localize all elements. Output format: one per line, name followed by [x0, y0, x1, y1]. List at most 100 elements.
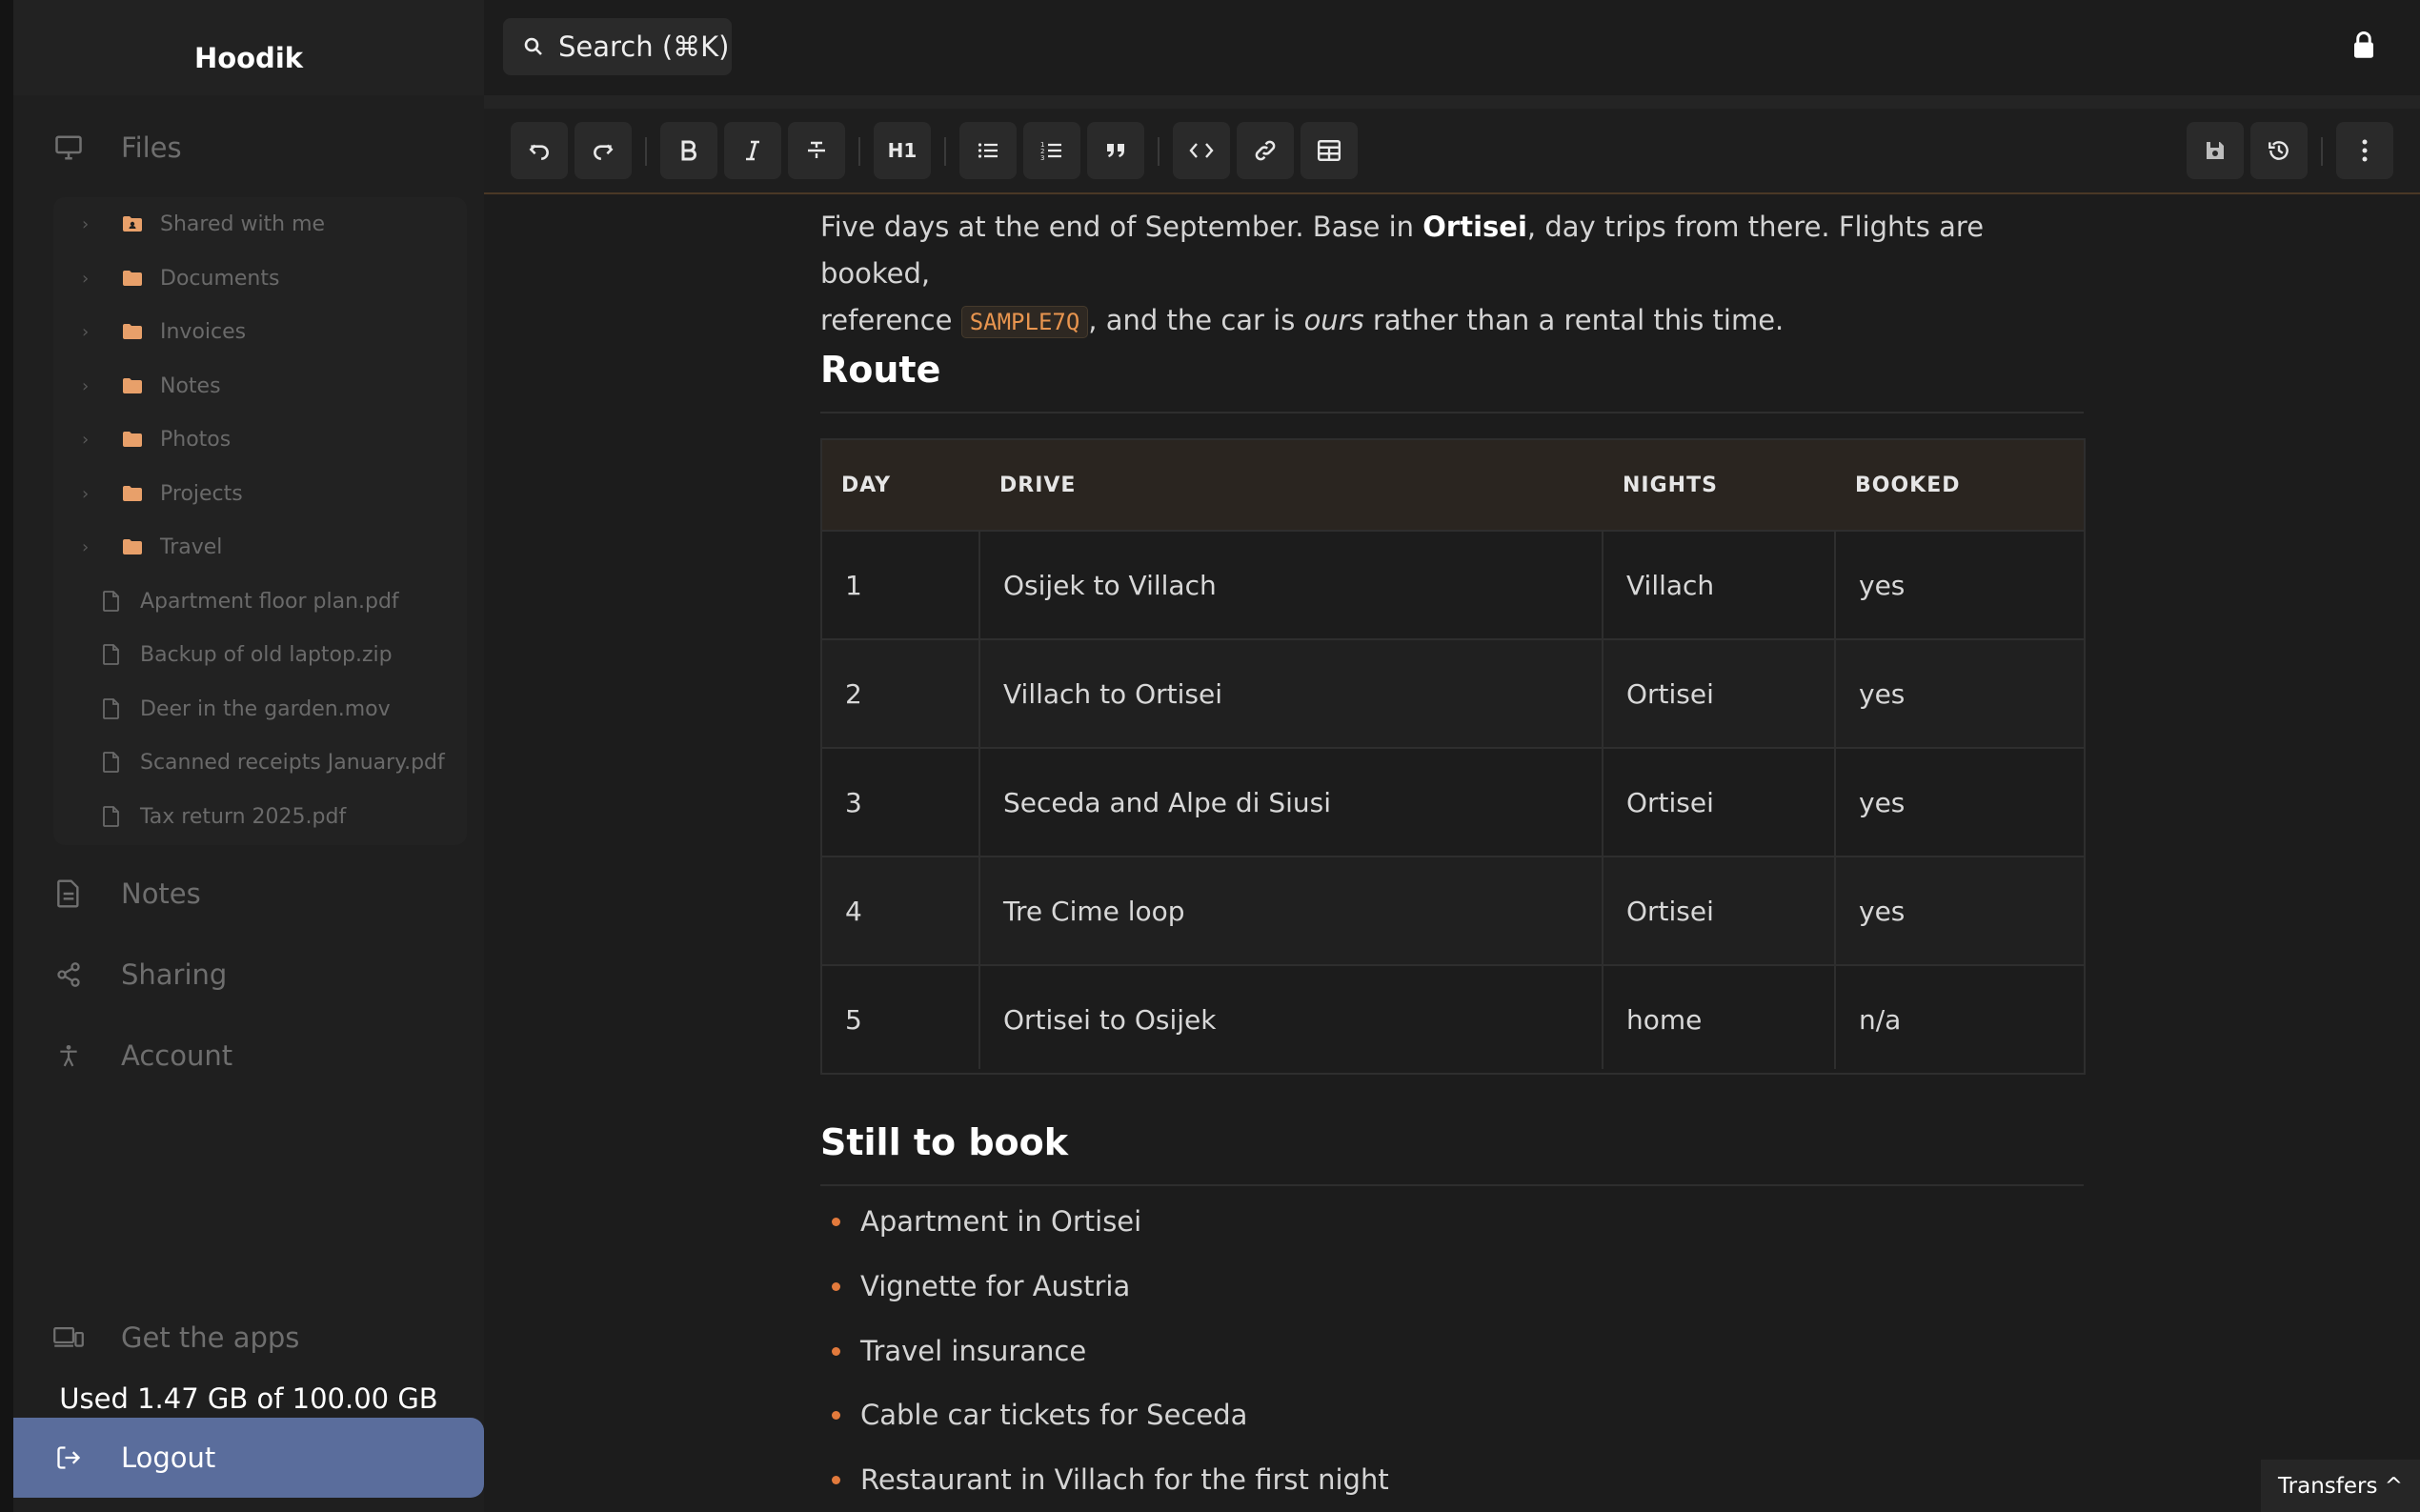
file-tree: › Shared with me › Documents › Invoices …: [53, 197, 467, 845]
tree-folder-notes[interactable]: › Notes: [53, 364, 467, 408]
logout-button[interactable]: Logout: [13, 1418, 484, 1498]
search-button[interactable]: Search (⌘K): [503, 18, 732, 75]
file-icon: [103, 752, 120, 773]
tree-file[interactable]: Backup of old laptop.zip: [53, 633, 467, 676]
chevron-right-icon: ›: [82, 321, 90, 342]
table-cell: yes: [1859, 569, 1906, 601]
intro-text: reference: [820, 304, 961, 336]
table-cell: 2: [845, 677, 862, 710]
save-button[interactable]: [2187, 122, 2244, 179]
table-cell: Ortisei: [1626, 677, 1714, 710]
undo-button[interactable]: [511, 122, 568, 179]
folder-icon: [122, 431, 143, 448]
table-row: 1 Osijek to Villach Villach yes: [822, 530, 2084, 638]
tree-label: Documents: [160, 266, 280, 291]
file-icon: [103, 644, 120, 665]
tree-label: Shared with me: [160, 212, 326, 236]
bullet-dot: [832, 1281, 840, 1291]
folder-icon: [122, 323, 143, 340]
chevron-right-icon: ›: [82, 483, 90, 504]
code-button[interactable]: [1173, 122, 1230, 179]
folder-icon: [122, 377, 143, 394]
list-item-text: Restaurant in Villach for the first nigh…: [860, 1463, 1389, 1496]
tree-file[interactable]: Deer in the garden.mov: [53, 687, 467, 731]
search-icon: [522, 35, 545, 62]
intro-bold: Ortisei: [1422, 211, 1527, 243]
table-cell: Seceda and Alpe di Siusi: [1003, 786, 1331, 818]
save-icon: [2207, 142, 2224, 159]
tree-file[interactable]: Apartment floor plan.pdf: [53, 579, 467, 623]
nav-notes[interactable]: Notes: [13, 865, 484, 922]
heading-button[interactable]: H1: [874, 122, 931, 179]
bold-button[interactable]: [660, 122, 717, 179]
toolbar-separator: [2321, 137, 2323, 166]
heading-rule: [820, 412, 2084, 413]
link-icon: [1255, 140, 1276, 161]
tree-file[interactable]: Tax return 2025.pdf: [53, 795, 467, 838]
bullet-list-button[interactable]: [959, 122, 1017, 179]
table-button[interactable]: [1301, 122, 1358, 179]
tree-label: Apartment floor plan.pdf: [140, 589, 399, 614]
monitor-icon: [51, 131, 86, 165]
tree-label: Notes: [160, 373, 221, 398]
editor-toolbar: H1 123: [484, 109, 2420, 194]
nav-account[interactable]: Account: [13, 1027, 484, 1084]
heading-rule: [820, 1184, 2084, 1186]
note-editor[interactable]: Five days at the end of September. Base …: [484, 194, 2420, 1512]
bullet-dot: [832, 1346, 840, 1356]
chevron-right-icon: ›: [82, 213, 90, 234]
list-item-text: Travel insurance: [860, 1335, 1087, 1367]
top-bar: Search (⌘K): [484, 0, 2420, 95]
file-icon: [103, 591, 120, 612]
table-header: BOOKED: [1855, 473, 1961, 497]
share-icon: [51, 958, 86, 992]
accessibility-icon: [51, 1038, 86, 1073]
redo-button[interactable]: [575, 122, 632, 179]
strikethrough-icon: [808, 141, 825, 158]
table-cell: home: [1626, 1003, 1703, 1036]
app-title: Hoodik: [193, 42, 304, 74]
tree-folder-shared[interactable]: › Shared with me: [53, 202, 467, 246]
italic-button[interactable]: [724, 122, 781, 179]
lock-icon[interactable]: [2351, 30, 2376, 63]
blockquote-button[interactable]: [1087, 122, 1144, 179]
nav-files[interactable]: Files: [13, 119, 484, 176]
tree-folder-photos[interactable]: › Photos: [53, 417, 467, 461]
chevron-right-icon: ›: [82, 375, 90, 396]
nav-sharing[interactable]: Sharing: [13, 946, 484, 1003]
tree-folder-invoices[interactable]: › Invoices: [53, 310, 467, 353]
tree-file[interactable]: Scanned receipts January.pdf: [53, 740, 467, 784]
route-heading: Route: [820, 349, 941, 391]
intro-italic: ours: [1303, 304, 1364, 336]
more-options-button[interactable]: [2336, 122, 2393, 179]
history-button[interactable]: [2250, 122, 2308, 179]
ordered-list-button[interactable]: 123: [1023, 122, 1080, 179]
table-cell: Osijek to Villach: [1003, 569, 1217, 601]
table-cell: 5: [845, 1003, 862, 1036]
transfers-button[interactable]: Transfers ^: [2261, 1460, 2420, 1512]
inline-code: SAMPLE7Q: [960, 306, 1089, 338]
divider: [484, 95, 2420, 109]
tree-folder-documents[interactable]: › Documents: [53, 256, 467, 300]
link-button[interactable]: [1237, 122, 1294, 179]
tree-folder-projects[interactable]: › Projects: [53, 472, 467, 515]
tree-folder-travel[interactable]: › Travel: [53, 525, 467, 569]
bullet-list-icon: [978, 143, 998, 158]
nav-get-apps[interactable]: Get the apps: [13, 1309, 484, 1366]
table-cell: n/a: [1859, 1003, 1902, 1036]
tree-label: Backup of old laptop.zip: [140, 642, 393, 667]
strikethrough-button[interactable]: [788, 122, 845, 179]
nav-get-apps-label: Get the apps: [121, 1321, 300, 1354]
intro-text: , and the car is: [1088, 304, 1304, 336]
table-row: 5 Ortisei to Osijek home n/a: [822, 964, 2084, 1073]
tree-label: Deer in the garden.mov: [140, 696, 391, 721]
chevron-right-icon: ›: [82, 268, 90, 289]
bold-icon: [681, 140, 696, 161]
table-cell: yes: [1859, 895, 1906, 927]
folder-icon: [122, 538, 143, 555]
list-item-text: Apartment in Ortisei: [860, 1205, 1142, 1238]
toolbar-separator: [1158, 137, 1160, 166]
more-vertical-icon: [2362, 139, 2368, 162]
table-cell: Tre Cime loop: [1003, 895, 1185, 927]
list-item-text: Cable car tickets for Seceda: [860, 1399, 1248, 1431]
